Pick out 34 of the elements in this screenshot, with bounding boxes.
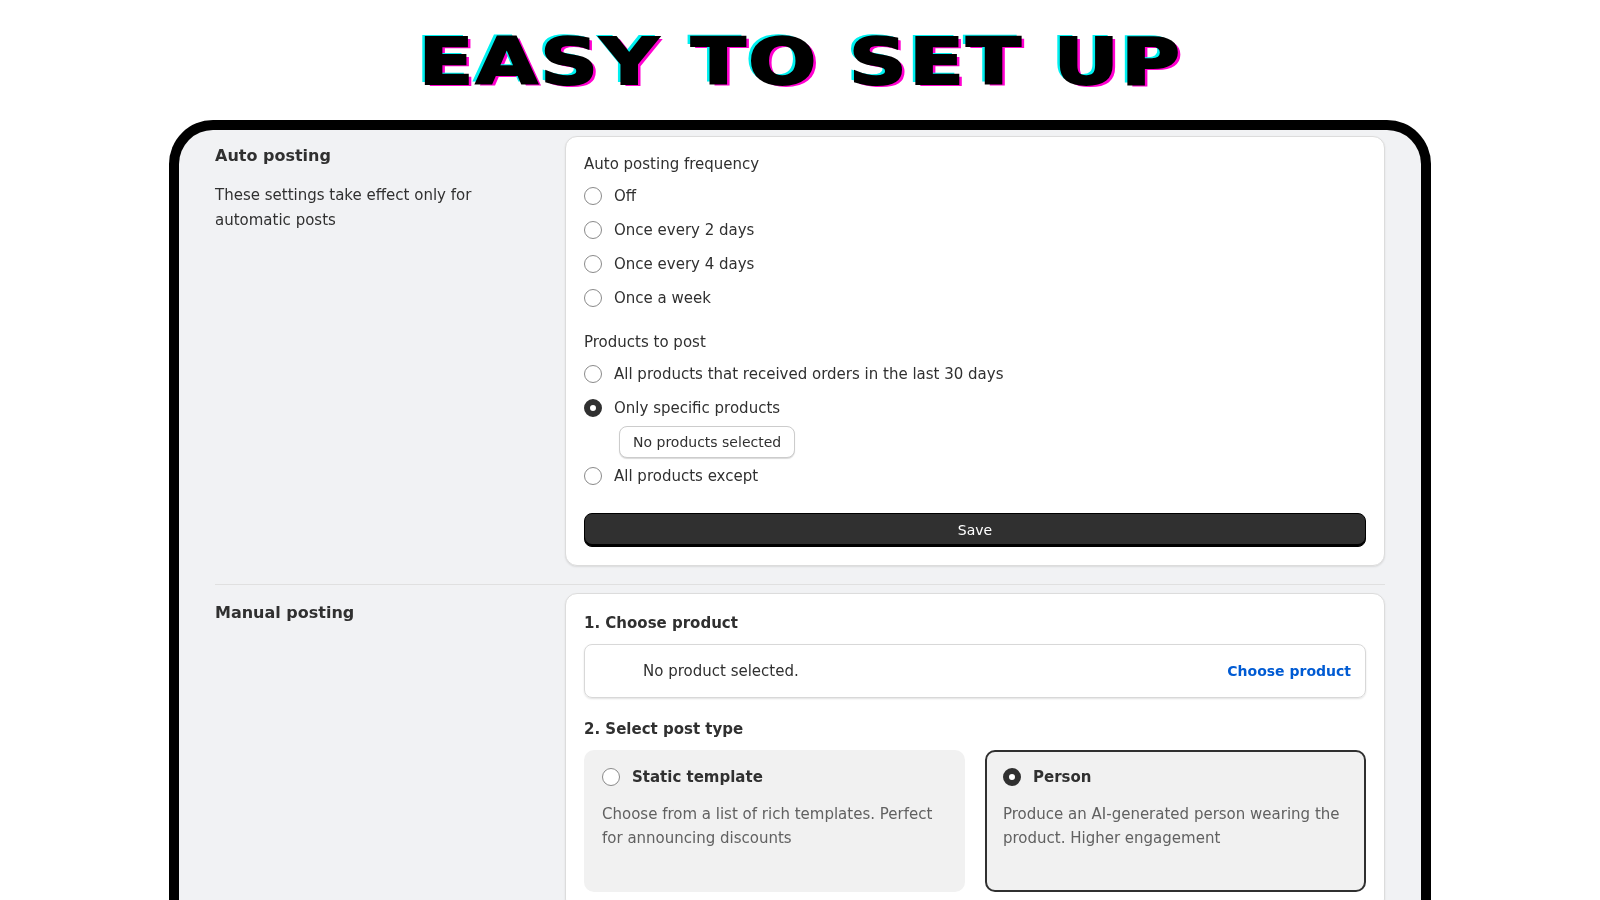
step-title: 2. Select post type: [584, 720, 744, 738]
step-title: 1. Choose product: [584, 614, 738, 632]
radio-button[interactable]: [584, 187, 602, 205]
radio-button[interactable]: [584, 255, 602, 273]
option-label: Only specific products: [614, 399, 781, 417]
radio-button[interactable]: [584, 365, 602, 383]
radio-button[interactable]: [1003, 768, 1021, 786]
headline: EASY TO SET UP: [418, 26, 1182, 98]
section-title: Auto posting: [215, 146, 332, 165]
post-type-title: Static template: [632, 768, 763, 786]
post-type-description: Choose from a list of rich templates. Perfect for announcing discounts: [602, 804, 934, 849]
section-title: Manual posting: [215, 603, 356, 622]
section-description: These settings take effect only for automatic posts: [215, 185, 473, 231]
empty-text: No product selected.: [643, 662, 799, 680]
post-type-card[interactable]: Static template Choose from a list of rich templates. Perfect for announcing discounts: [584, 750, 965, 892]
post-type-title: Person: [1033, 768, 1092, 786]
radio-button[interactable]: [584, 467, 602, 485]
option-label: All products except: [614, 467, 759, 485]
radio-button[interactable]: [602, 768, 620, 786]
save-button[interactable]: Save: [584, 513, 1366, 547]
option-label: Off: [614, 187, 637, 205]
product-picker-button[interactable]: No products selected: [619, 426, 796, 458]
option-label: Once every 4 days: [614, 255, 755, 273]
radio-button[interactable]: [584, 289, 602, 307]
choose-product-link[interactable]: Choose product: [1227, 663, 1351, 679]
radio-button[interactable]: [584, 399, 602, 417]
group-label: Products to post: [584, 333, 706, 351]
group-label: Auto posting frequency: [584, 155, 760, 173]
option-label: All products that received orders in the last 30 days: [614, 365, 1004, 383]
post-type-description: Produce an AI-generated person wearing the product. Higher engagement: [1003, 804, 1341, 849]
radio-button[interactable]: [584, 221, 602, 239]
option-label: Once a week: [614, 289, 711, 307]
post-type-card[interactable]: Person Produce an AI-generated person wearing the product. Higher engagement: [985, 750, 1366, 892]
option-label: Once every 2 days: [614, 221, 755, 239]
